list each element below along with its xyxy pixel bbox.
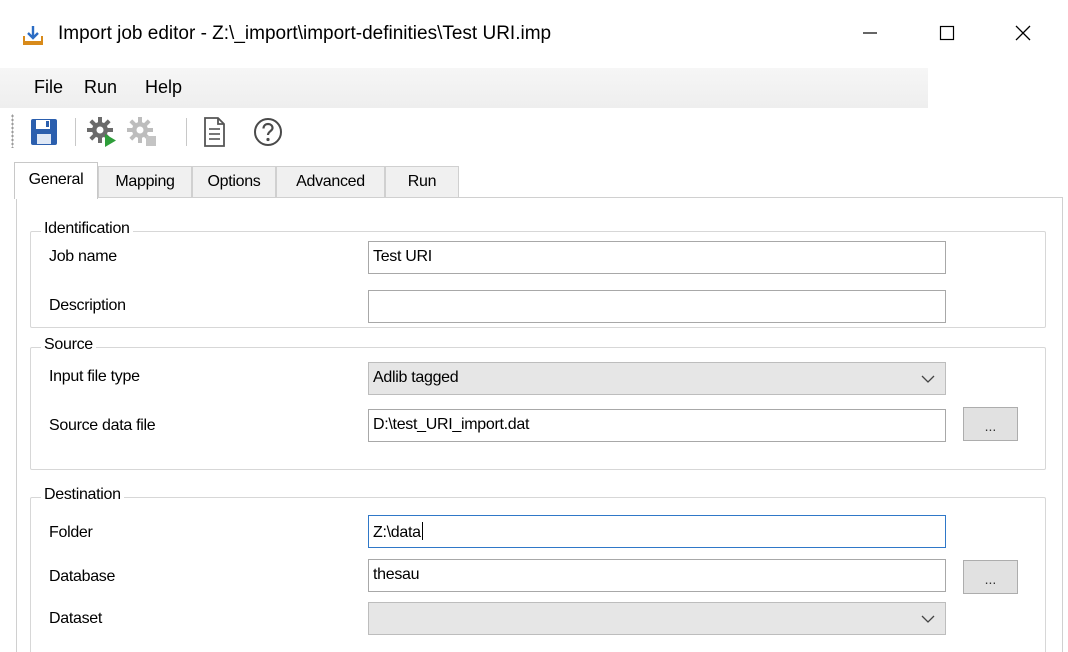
database-value: thesau [373, 566, 420, 583]
tab-options[interactable]: Options [192, 166, 276, 198]
maximize-button[interactable] [917, 10, 977, 56]
source-group-title: Source [41, 336, 96, 354]
minimize-icon [863, 32, 877, 34]
import-app-icon [23, 26, 43, 45]
chevron-down-icon [921, 375, 935, 383]
tab-advanced[interactable]: Advanced [276, 166, 385, 198]
browse-database-button[interactable]: ... [963, 560, 1018, 594]
job-name-value: Test URI [373, 248, 432, 265]
identification-group-title: Identification [41, 220, 133, 238]
browse-source-file-button[interactable]: ... [963, 407, 1018, 441]
toolbar-separator [75, 118, 76, 146]
database-label: Database [49, 568, 116, 585]
menu-file[interactable]: File [34, 77, 63, 98]
dataset-select[interactable] [368, 602, 946, 635]
tab-strip: General Mapping Options Advanced Run [0, 162, 1068, 199]
chevron-down-icon [921, 615, 935, 623]
source-data-file-value: D:\test_URI_import.dat [373, 416, 530, 433]
window-title: Import job editor - Z:\_import\import-de… [58, 23, 552, 44]
description-input[interactable] [368, 290, 946, 323]
close-icon [1015, 25, 1031, 41]
maximize-icon [939, 25, 955, 41]
text-caret [421, 522, 423, 540]
folder-input[interactable]: Z:\data [368, 515, 946, 548]
menu-bar-background [0, 68, 928, 108]
job-name-label: Job name [49, 248, 117, 265]
input-file-type-select[interactable]: Adlib tagged [368, 362, 946, 395]
database-input[interactable]: thesau [368, 559, 946, 592]
description-label: Description [49, 297, 126, 314]
menu-help[interactable]: Help [145, 77, 182, 98]
destination-group-title: Destination [41, 486, 124, 504]
job-name-input[interactable]: Test URI [368, 241, 946, 274]
toolbar-grip[interactable] [11, 114, 14, 148]
tab-run[interactable]: Run [385, 166, 459, 198]
source-data-file-label: Source data file [49, 417, 156, 434]
run-job-button[interactable] [84, 114, 120, 150]
toolbar [0, 108, 1068, 156]
input-file-type-value: Adlib tagged [373, 369, 459, 386]
gear-disabled-icon [127, 117, 156, 146]
help-button[interactable] [250, 114, 286, 150]
document-icon [204, 117, 225, 147]
help-icon [254, 118, 282, 146]
close-button[interactable] [993, 10, 1053, 56]
tab-general[interactable]: General [14, 162, 98, 199]
input-file-type-label: Input file type [49, 368, 140, 385]
source-data-file-input[interactable]: D:\test_URI_import.dat [368, 409, 946, 442]
report-button[interactable] [196, 114, 232, 150]
folder-label: Folder [49, 524, 93, 541]
tab-mapping[interactable]: Mapping [98, 166, 192, 198]
title-bar: Import job editor - Z:\_import\import-de… [0, 0, 1068, 68]
minimize-button[interactable] [840, 10, 900, 56]
folder-value: Z:\data [373, 524, 421, 541]
run-gear-icon [87, 117, 116, 147]
save-icon [31, 119, 57, 145]
run-settings-button[interactable] [124, 114, 160, 150]
save-button[interactable] [26, 114, 62, 150]
dataset-label: Dataset [49, 610, 103, 627]
menu-run[interactable]: Run [84, 77, 117, 98]
menu-bar: File Run Help [0, 68, 1068, 108]
toolbar-separator [186, 118, 187, 146]
general-tab-panel: Identification Job name Test URI Descrip… [16, 197, 1063, 652]
